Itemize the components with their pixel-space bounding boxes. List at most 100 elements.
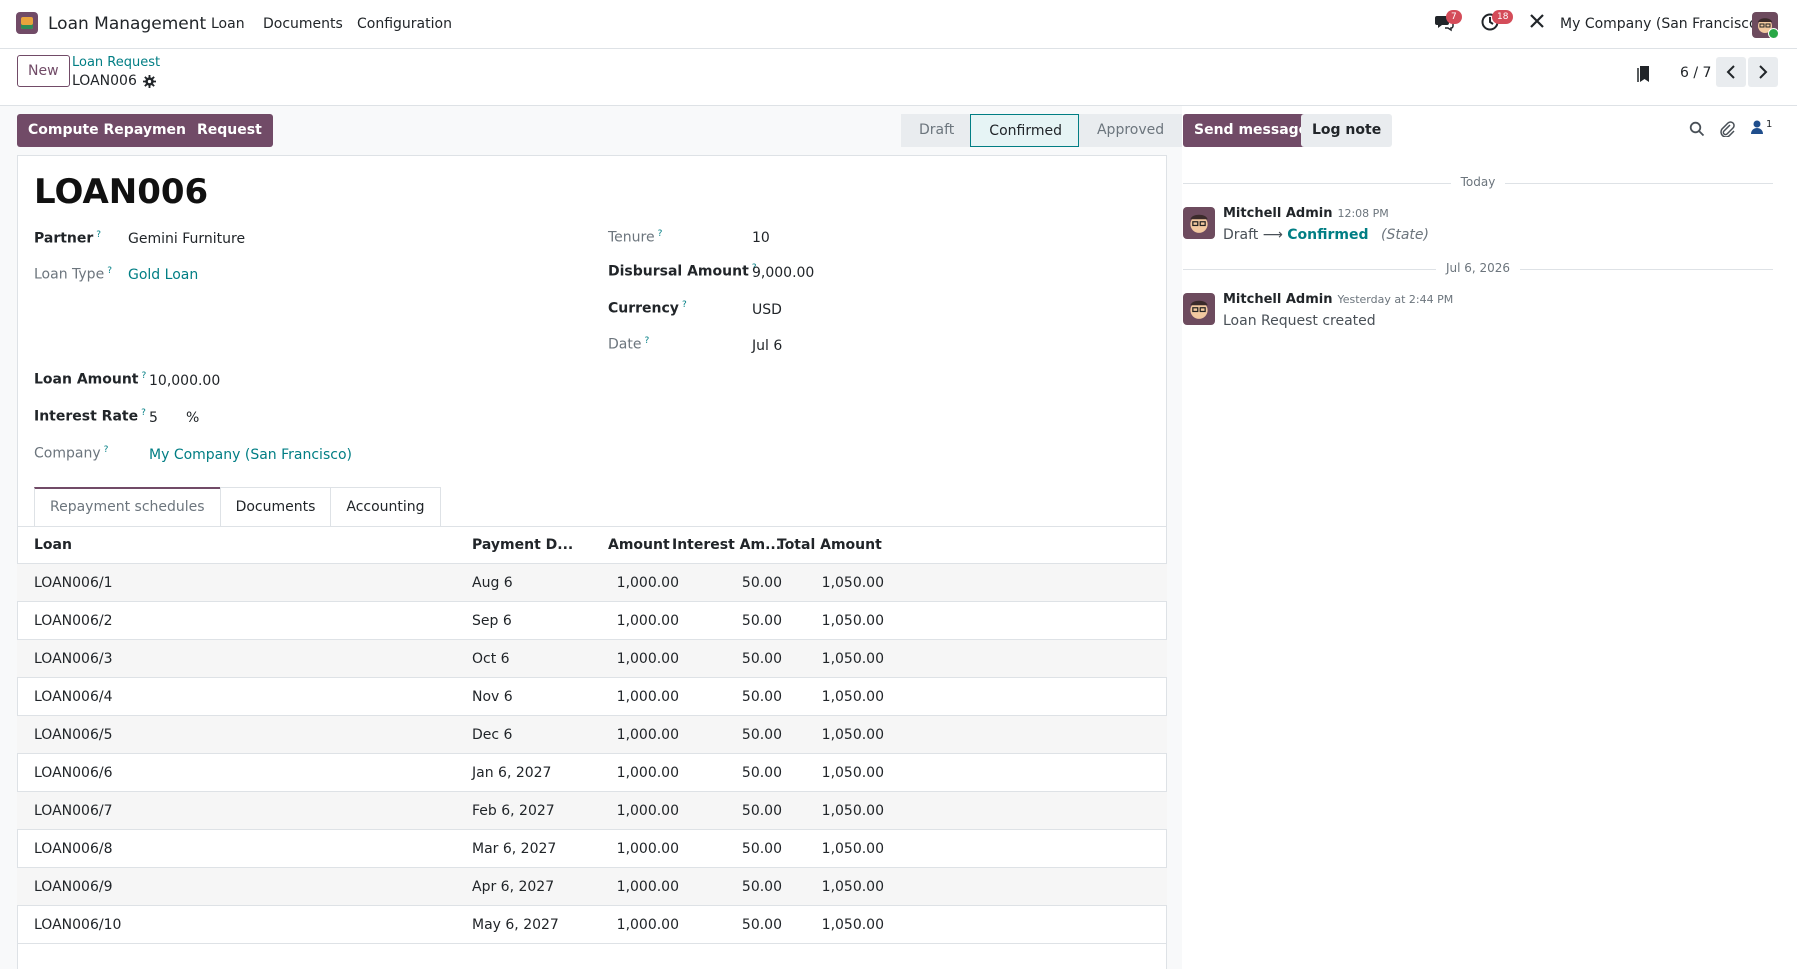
column-amount[interactable]: Amount — [608, 526, 670, 564]
disbursal-amount-label: Disbursal Amount? — [608, 263, 757, 280]
table-row[interactable]: LOAN006/4 Nov 6 1,000.00 50.00 1,050.00 — [17, 678, 1167, 716]
pager-previous-button[interactable] — [1716, 57, 1746, 87]
table-row[interactable]: LOAN006/9 Apr 6, 2027 1,000.00 50.00 1,050.0… — [17, 868, 1167, 906]
followers-button[interactable]: 1 — [1750, 119, 1772, 135]
user-icon — [1751, 120, 1763, 134]
message-avatar[interactable] — [1183, 293, 1215, 325]
help-icon[interactable]: ? — [658, 229, 663, 239]
table-row[interactable]: LOAN006/1 Aug 6 1,000.00 50.00 1,050.00 — [17, 564, 1167, 602]
app-name[interactable]: Loan Management — [48, 14, 206, 34]
record-title[interactable]: LOAN006 — [34, 172, 208, 212]
cell-loan: LOAN006/6 — [34, 765, 113, 781]
cell-amount: 1,000.00 — [616, 917, 679, 933]
table-row[interactable]: LOAN006/7 Feb 6, 2027 1,000.00 50.00 1,050.0… — [17, 792, 1167, 830]
bookmark-icon[interactable] — [1636, 65, 1652, 83]
cell-payment-date: Feb 6, 2027 — [472, 803, 555, 819]
breadcrumb-parent[interactable]: Loan Request — [72, 55, 160, 70]
table-body: LOAN006/1 Aug 6 1,000.00 50.00 1,050.00 LOAN0… — [17, 564, 1167, 944]
cell-total-amount: 1,050.00 — [821, 651, 884, 667]
currency-field[interactable]: USD — [752, 302, 782, 318]
breadcrumb-current-label: LOAN006 — [72, 73, 137, 89]
log-note-button[interactable]: Log note — [1301, 114, 1393, 147]
partner-field[interactable]: Gemini Furniture — [128, 231, 245, 247]
cell-interest-amount: 50.00 — [741, 765, 782, 781]
status-approved[interactable]: Approved — [1078, 114, 1183, 147]
paperclip-icon[interactable] — [1719, 121, 1735, 137]
table-row[interactable]: LOAN006/6 Jan 6, 2027 1,000.00 50.00 1,050.0… — [17, 754, 1167, 792]
cell-total-amount: 1,050.00 — [821, 765, 884, 781]
cell-interest-amount: 50.00 — [741, 803, 782, 819]
followers-count: 1 — [1766, 119, 1773, 130]
tracking-field: (State) — [1380, 227, 1429, 243]
table-header: Loan Payment D... Amount Interest Am... … — [17, 526, 1167, 564]
cell-payment-date: Jan 6, 2027 — [472, 765, 552, 781]
menu-loan[interactable]: Loan — [211, 16, 245, 32]
status-draft[interactable]: Draft — [901, 114, 971, 147]
new-button[interactable]: New — [17, 55, 70, 87]
table-row[interactable]: LOAN006/3 Oct 6 1,000.00 50.00 1,050.00 — [17, 640, 1167, 678]
tools-icon — [1530, 14, 1544, 28]
cell-loan: LOAN006/8 — [34, 841, 113, 857]
chevron-right-icon — [1759, 65, 1768, 79]
user-face-icon — [1190, 214, 1208, 233]
status-confirmed[interactable]: Confirmed — [970, 114, 1079, 147]
pager-next-button[interactable] — [1748, 57, 1778, 87]
menu-configuration[interactable]: Configuration — [357, 16, 452, 32]
messages-button[interactable]: 7 — [1434, 10, 1462, 32]
tracking-old-value: Draft — [1223, 227, 1259, 243]
message-author[interactable]: Mitchell Admin Yesterday at 2:44 PM — [1223, 292, 1453, 307]
menu-documents[interactable]: Documents — [263, 16, 343, 32]
table-row[interactable]: LOAN006/10 May 6, 2027 1,000.00 50.00 1,050.… — [17, 906, 1167, 944]
table-row[interactable]: LOAN006/8 Mar 6, 2027 1,000.00 50.00 1,050.0… — [17, 830, 1167, 868]
pager-value[interactable]: 6 / 7 — [1680, 65, 1711, 81]
tab-documents[interactable]: Documents — [219, 487, 332, 527]
message-author-name: Mitchell Admin — [1223, 206, 1333, 221]
column-payment-date[interactable]: Payment D... — [472, 526, 573, 564]
send-message-button[interactable]: Send message — [1183, 114, 1320, 147]
column-interest-amount[interactable]: Interest Am... — [672, 526, 781, 564]
cell-interest-amount: 50.00 — [741, 879, 782, 895]
compute-repayments-button[interactable]: Compute Repayments — [17, 114, 213, 147]
interest-rate-field[interactable]: 5 — [149, 410, 158, 426]
disbursal-amount-field[interactable]: 9,000.00 — [752, 265, 814, 281]
user-face-icon — [1190, 300, 1208, 319]
message-author[interactable]: Mitchell Admin 12:08 PM — [1223, 206, 1389, 221]
message-avatar[interactable] — [1183, 207, 1215, 239]
column-total-amount[interactable]: Total Amount — [777, 526, 882, 564]
cell-amount: 1,000.00 — [616, 803, 679, 819]
help-icon[interactable]: ? — [141, 408, 146, 418]
cell-loan: LOAN006/7 — [34, 803, 113, 819]
loan-type-field[interactable]: Gold Loan — [128, 267, 198, 283]
cell-total-amount: 1,050.00 — [821, 879, 884, 895]
gear-icon[interactable] — [142, 74, 156, 88]
help-icon[interactable]: ? — [107, 266, 112, 276]
table-row[interactable]: LOAN006/5 Dec 6 1,000.00 50.00 1,050.00 — [17, 716, 1167, 754]
company-field[interactable]: My Company (San Francisco) — [149, 447, 352, 463]
activities-button[interactable]: 18 — [1480, 10, 1514, 32]
loan-amount-field[interactable]: 10,000.00 — [149, 373, 220, 389]
date-field[interactable]: Jul 6 — [752, 338, 782, 354]
tenure-field[interactable]: 10 — [752, 230, 770, 246]
app-logo-icon[interactable] — [16, 12, 38, 34]
notebook-tabs: Repayment schedules Documents Accounting — [34, 487, 441, 527]
help-icon[interactable]: ? — [644, 336, 649, 346]
search-icon[interactable] — [1689, 121, 1705, 137]
request-button[interactable]: Request — [186, 114, 273, 147]
company-switcher[interactable]: My Company (San Francisco) — [1560, 16, 1763, 32]
column-loan[interactable]: Loan — [34, 526, 72, 564]
debug-tools-button[interactable] — [1528, 12, 1546, 30]
help-icon[interactable]: ? — [104, 445, 109, 455]
partner-label-text: Partner — [34, 230, 94, 247]
table-row[interactable]: LOAN006/2 Sep 6 1,000.00 50.00 1,050.00 — [17, 602, 1167, 640]
help-icon[interactable]: ? — [96, 230, 101, 240]
cell-total-amount: 1,050.00 — [821, 575, 884, 591]
cell-amount: 1,000.00 — [616, 727, 679, 743]
repayment-table: Loan Payment D... Amount Interest Am... … — [17, 526, 1167, 944]
help-icon[interactable]: ? — [142, 371, 147, 381]
user-avatar[interactable] — [1752, 12, 1778, 38]
help-icon[interactable]: ? — [682, 300, 687, 310]
company-label-text: Company — [34, 445, 101, 462]
cell-loan: LOAN006/4 — [34, 689, 113, 705]
tab-accounting[interactable]: Accounting — [330, 487, 441, 527]
tab-repayment-schedules[interactable]: Repayment schedules — [34, 487, 221, 527]
